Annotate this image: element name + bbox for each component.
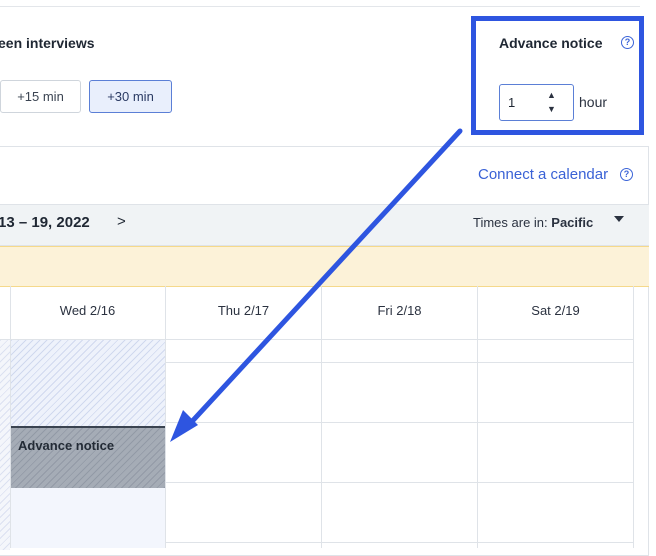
arrow-shaft [183, 128, 463, 431]
arrow-head [170, 410, 198, 442]
annotation-arrow [170, 128, 463, 442]
